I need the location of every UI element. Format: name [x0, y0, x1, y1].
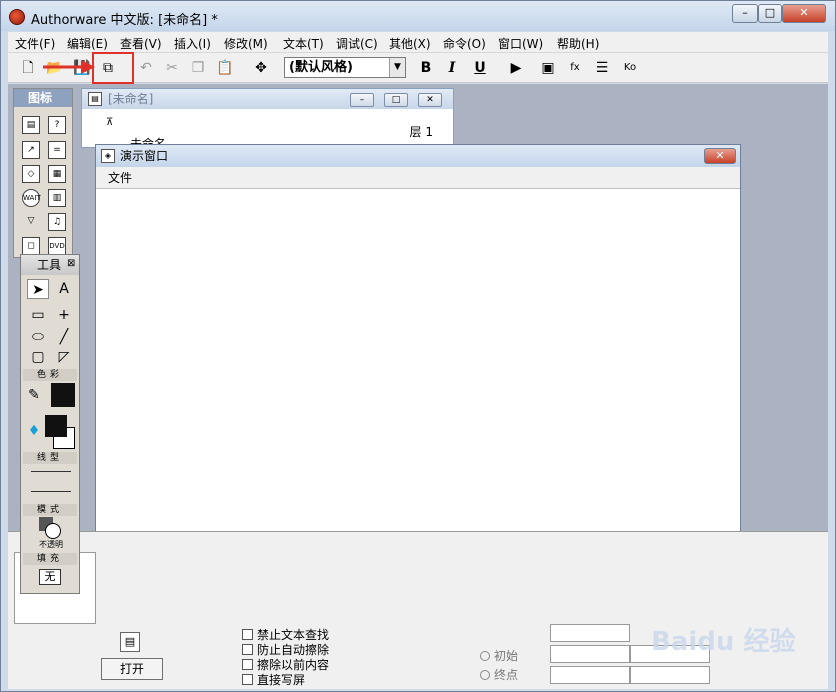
- flow-minimize-button[interactable]: –: [350, 93, 374, 107]
- maximize-button[interactable]: □: [758, 4, 782, 23]
- mode-circle-icon: [45, 523, 61, 539]
- style-select-value: (默认风格): [289, 60, 353, 75]
- copy-icon[interactable]: ❐: [188, 58, 208, 78]
- polygon-tool-icon[interactable]: ◸: [53, 347, 75, 367]
- initial-x-field[interactable]: [550, 645, 630, 663]
- interaction-icon[interactable]: ?: [48, 116, 66, 134]
- fill-value[interactable]: 无: [39, 569, 61, 585]
- authorware-app-icon: [9, 9, 25, 25]
- rounded-rect-tool-icon[interactable]: ▢: [27, 347, 49, 367]
- flowline-start-icon: ⊼: [106, 117, 114, 128]
- control-panel-icon[interactable]: ▣: [538, 58, 558, 78]
- minimize-button[interactable]: –: [732, 4, 758, 23]
- line-section-label: 线型: [23, 452, 77, 464]
- underline-button[interactable]: U: [470, 58, 490, 78]
- functions-icon[interactable]: fx: [565, 58, 585, 78]
- fill-bucket-icon[interactable]: ♦: [23, 421, 45, 441]
- color-section-label: 色彩: [23, 369, 77, 381]
- bold-button[interactable]: B: [416, 58, 436, 78]
- red-arrow-annotation: [43, 60, 95, 74]
- presentation-menu-file[interactable]: 文件: [108, 171, 132, 185]
- mode-value: 不透明: [39, 540, 63, 549]
- tools-close-icon[interactable]: ⊠: [67, 258, 75, 269]
- menu-other[interactable]: 其他(X): [389, 35, 431, 52]
- framework-icon[interactable]: ◻: [22, 237, 40, 255]
- display-preview-icon: ▤: [120, 632, 140, 652]
- italic-button[interactable]: I: [442, 58, 462, 78]
- end-x-field[interactable]: [550, 666, 630, 684]
- movie-icon[interactable]: ▥: [48, 189, 66, 207]
- motion-icon[interactable]: ↗: [22, 141, 40, 159]
- sound-icon[interactable]: ♫: [48, 213, 66, 231]
- flowline-window-icon: ▤: [88, 92, 102, 106]
- foreground-color-swatch[interactable]: [45, 415, 67, 437]
- fill-section-label: 填充: [23, 553, 77, 565]
- close-button[interactable]: ✕: [782, 4, 826, 23]
- watermark: Baidu 经验: [651, 627, 796, 657]
- flow-level-label: 层 1: [409, 125, 433, 139]
- ellipse-tool-icon[interactable]: ⬭: [27, 327, 49, 347]
- undo-icon[interactable]: ↶: [136, 58, 156, 78]
- menu-file[interactable]: 文件(F): [15, 35, 55, 52]
- line-tool-icon[interactable]: ╱: [53, 327, 75, 347]
- variables-icon[interactable]: ☰: [592, 58, 612, 78]
- erase-icon[interactable]: ◇: [22, 165, 40, 183]
- dvd-icon[interactable]: DVD: [48, 237, 66, 255]
- base-x-field[interactable]: [550, 624, 630, 642]
- mode-section-label: 模式: [23, 504, 77, 516]
- open-button[interactable]: 打开: [101, 658, 163, 680]
- menu-window[interactable]: 窗口(W): [498, 35, 543, 52]
- presentation-title: 演示窗口: [96, 145, 740, 167]
- menu-view[interactable]: 查看(V): [120, 35, 162, 52]
- style-select[interactable]: (默认风格) ▼: [284, 57, 406, 78]
- presentation-menu-bar: 文件: [96, 167, 740, 189]
- display-icon[interactable]: ▤: [22, 116, 40, 134]
- paste-icon[interactable]: 📋: [215, 58, 235, 78]
- run-icon[interactable]: ▶: [506, 58, 526, 78]
- window-title: Authorware 中文版: [未命名] *: [31, 13, 218, 28]
- flow-close-button[interactable]: ✕: [418, 93, 442, 107]
- authorware-window: Authorware 中文版: [未命名] * – □ ✕ 文件(F) 编辑(E…: [0, 0, 836, 692]
- chevron-down-icon: ▼: [389, 58, 405, 77]
- navigate-icon[interactable]: ▽: [22, 213, 40, 231]
- menu-edit[interactable]: 编辑(E): [67, 35, 108, 52]
- calculation-icon[interactable]: =: [48, 141, 66, 159]
- line-style-thin[interactable]: [31, 471, 71, 472]
- line-style-arrow[interactable]: [31, 491, 71, 492]
- radio-initial[interactable]: 初始: [480, 647, 518, 664]
- find-icon[interactable]: ✥: [251, 58, 271, 78]
- option-direct-to-screen[interactable]: 直接写屏: [242, 671, 305, 688]
- menu-insert[interactable]: 插入(I): [174, 35, 211, 52]
- cut-icon[interactable]: ✂: [162, 58, 182, 78]
- title-bar: Authorware 中文版: [未命名] * – □ ✕: [1, 1, 835, 31]
- flow-maximize-button[interactable]: □: [384, 93, 408, 107]
- rectangle-tool-icon[interactable]: ▭: [27, 305, 49, 325]
- icon-palette: 图标 ▤ ? ↗ = ◇ ▦ WAIT ▥ ▽ ♫ ◻ DVD: [13, 88, 73, 258]
- pencil-color-icon[interactable]: ✎: [23, 385, 45, 405]
- menu-command[interactable]: 命令(O): [443, 35, 486, 52]
- end-y-field[interactable]: [630, 666, 710, 684]
- text-tool-icon[interactable]: A: [53, 279, 75, 299]
- menu-help[interactable]: 帮助(H): [557, 35, 599, 52]
- flowline-window: [未命名] ▤ – □ ✕ 层 1 ⊼ 未命名: [81, 88, 454, 151]
- wait-icon[interactable]: WAIT: [22, 189, 41, 207]
- import-highlight-box: [92, 52, 134, 84]
- tools-palette: 工具 ⊠ ➤ A ▭ + ⬭ ╱ ▢ ◸ 色彩 ✎ ♦ 线型 模式 不透明 填充…: [20, 254, 80, 594]
- icon-palette-title: 图标: [14, 89, 72, 107]
- crosshair-tool-icon[interactable]: +: [53, 305, 75, 325]
- menu-modify[interactable]: 修改(M): [224, 35, 268, 52]
- knowledge-objects-icon[interactable]: Ko: [620, 58, 640, 78]
- pointer-tool-icon[interactable]: ➤: [27, 279, 49, 299]
- map-icon[interactable]: ▦: [48, 165, 66, 183]
- radio-end[interactable]: 终点: [480, 666, 518, 683]
- line-color-swatch[interactable]: [51, 383, 75, 407]
- menu-text[interactable]: 文本(T): [283, 35, 324, 52]
- menu-debug[interactable]: 调试(C): [336, 35, 378, 52]
- presentation-window-icon: ◈: [101, 149, 115, 163]
- menu-bar: 文件(F) 编辑(E) 查看(V) 插入(I) 修改(M) 文本(T) 调试(C…: [8, 32, 828, 53]
- new-file-icon[interactable]: 🗋: [18, 58, 38, 78]
- presentation-close-button[interactable]: ✕: [704, 148, 736, 164]
